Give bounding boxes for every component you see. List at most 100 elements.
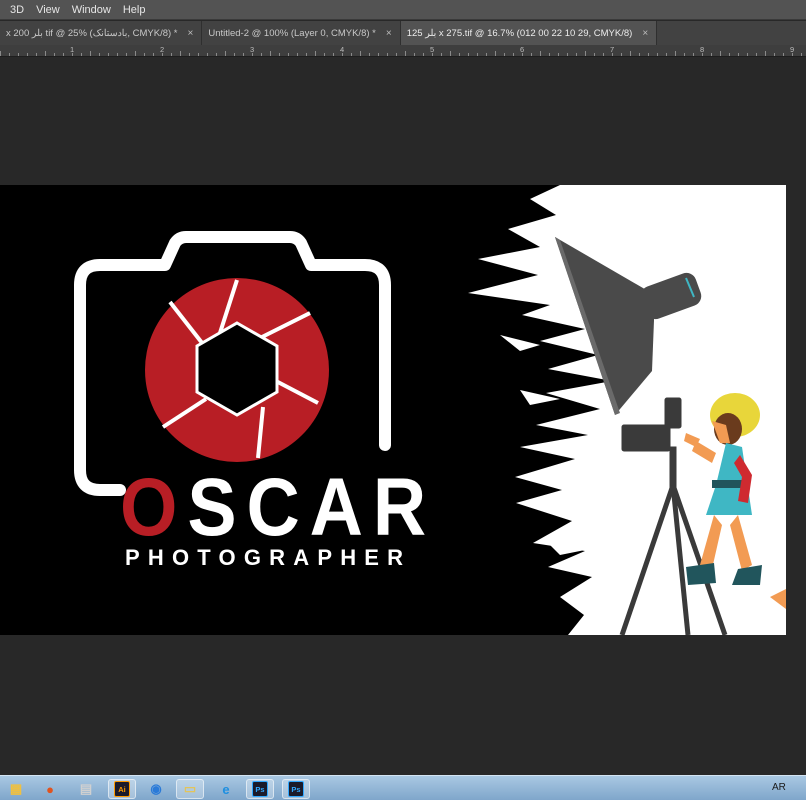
ruler-tick	[297, 53, 298, 56]
taskbar-photoshop-2-button[interactable]: Ps	[282, 779, 310, 799]
ruler-tick	[99, 53, 100, 56]
ruler-tick	[243, 53, 244, 56]
ruler-tick	[288, 53, 289, 56]
ruler-tick	[729, 53, 730, 56]
ruler-tick	[594, 53, 595, 56]
ruler-tick	[405, 51, 406, 56]
photoshop-icon-2: Ps	[288, 781, 304, 797]
ruler-tick	[747, 53, 748, 56]
ruler-tick	[18, 53, 19, 56]
ruler-tick	[423, 53, 424, 56]
ruler-tick	[108, 53, 109, 56]
ruler-tick	[720, 51, 721, 56]
ruler-tick	[333, 53, 334, 56]
ruler-tick	[315, 51, 316, 56]
ruler-tick	[513, 53, 514, 56]
ruler-tick	[153, 53, 154, 56]
ruler-tick	[657, 53, 658, 56]
ruler-tick	[783, 53, 784, 56]
ruler-tick	[378, 53, 379, 56]
doc-tab-label: x 200 بلر tif @ 25% (بادستانک, CMYK/8) *	[6, 27, 178, 39]
ruler-tick	[90, 51, 91, 56]
internet-explorer-icon: e	[222, 781, 230, 797]
ruler-tick	[567, 53, 568, 56]
ruler-tick	[36, 53, 37, 56]
ruler-tick	[738, 53, 739, 56]
ruler-tick	[45, 51, 46, 56]
ruler-tick	[351, 53, 352, 56]
brand-title-first-letter: O	[120, 462, 188, 553]
illustrator-icon: Ai	[114, 781, 130, 797]
ruler-tick	[261, 53, 262, 56]
ruler-tick	[621, 53, 622, 56]
ruler-tick	[495, 51, 496, 56]
close-icon[interactable]: ×	[188, 28, 194, 39]
ruler-tick	[180, 51, 181, 56]
ruler-tick	[612, 53, 613, 56]
chrome-icon: ◉	[150, 781, 162, 796]
ruler-tick	[324, 53, 325, 56]
ruler-tick	[207, 53, 208, 56]
ruler-tick	[774, 53, 775, 56]
taskbar-photoshop-button[interactable]: Ps	[246, 779, 274, 799]
ruler-tick	[486, 53, 487, 56]
ruler-tick	[702, 53, 703, 56]
taskbar-illustrator-button[interactable]: Ai	[108, 779, 136, 799]
ruler-tick	[63, 53, 64, 56]
ruler-tick	[504, 53, 505, 56]
canvas-workspace[interactable]: OSCAR PHOTOGRAPHER	[0, 58, 806, 766]
ruler-tick	[306, 53, 307, 56]
horizontal-ruler[interactable]: 123456789	[0, 45, 806, 57]
menu-help[interactable]: Help	[117, 4, 152, 16]
ruler-tick	[756, 53, 757, 56]
ruler-tick	[693, 53, 694, 56]
ruler-tick	[675, 51, 676, 56]
taskbar-chrome-button[interactable]: ◉	[142, 779, 170, 799]
close-icon[interactable]: ×	[642, 28, 648, 39]
ruler-tick	[189, 53, 190, 56]
document-tabs: x 200 بلر tif @ 25% (بادستانک, CMYK/8) *…	[0, 21, 806, 45]
taskbar-internet-explorer-button[interactable]: e	[212, 779, 240, 799]
ruler-tick	[198, 53, 199, 56]
menu-3d[interactable]: 3D	[4, 4, 30, 16]
ruler-tick	[387, 53, 388, 56]
doc-tab-label: 125 بلر x 275.tif @ 16.7% (012 00 22 10 …	[406, 27, 633, 39]
ruler-tick	[684, 53, 685, 56]
ruler-tick	[396, 53, 397, 56]
ruler-tick	[558, 53, 559, 56]
menu-window[interactable]: Window	[66, 4, 117, 16]
menu-view[interactable]: View	[30, 4, 66, 16]
ruler-tick	[801, 53, 802, 56]
brand-title-rest: SCAR	[187, 462, 437, 553]
ruler-tick	[432, 53, 433, 56]
ruler-tick	[648, 53, 649, 56]
taskbar-folder-button[interactable]: ▭	[176, 779, 204, 799]
brand-subtitle: PHOTOGRAPHER	[125, 545, 412, 570]
ruler-tick	[792, 53, 793, 56]
ruler-tick	[0, 51, 1, 56]
artboard-oscar-logo[interactable]: OSCAR PHOTOGRAPHER	[0, 185, 786, 635]
calculator-icon: ▤	[79, 781, 93, 796]
ruler-tick	[585, 51, 586, 56]
ruler-tick	[666, 53, 667, 56]
doc-tab-3[interactable]: 125 بلر x 275.tif @ 16.7% (012 00 22 10 …	[400, 21, 658, 45]
brand-title: OSCAR	[120, 467, 436, 549]
doc-tab-2[interactable]: Untitled-2 @ 100% (Layer 0, CMYK/8) * ×	[202, 21, 401, 45]
taskbar-windows-explorer-button[interactable]: ▦	[2, 779, 30, 799]
language-indicator[interactable]: AR	[772, 782, 786, 793]
taskbar-calculator-button[interactable]: ▤	[72, 779, 100, 799]
ruler-tick	[171, 53, 172, 56]
ruler-tick	[252, 53, 253, 56]
ruler-tick	[765, 51, 766, 56]
ruler-tick	[531, 53, 532, 56]
doc-tab-1[interactable]: x 200 بلر tif @ 25% (بادستانک, CMYK/8) *…	[0, 21, 203, 45]
ruler-tick	[117, 53, 118, 56]
ruler-tick	[135, 51, 136, 56]
ruler-tick	[360, 51, 361, 56]
close-icon[interactable]: ×	[386, 28, 392, 39]
ruler-tick	[603, 53, 604, 56]
taskbar-firefox-button[interactable]: ●	[36, 779, 64, 799]
ruler-tick	[9, 53, 10, 56]
ruler-tick	[279, 53, 280, 56]
photoshop-icon: Ps	[252, 781, 268, 797]
